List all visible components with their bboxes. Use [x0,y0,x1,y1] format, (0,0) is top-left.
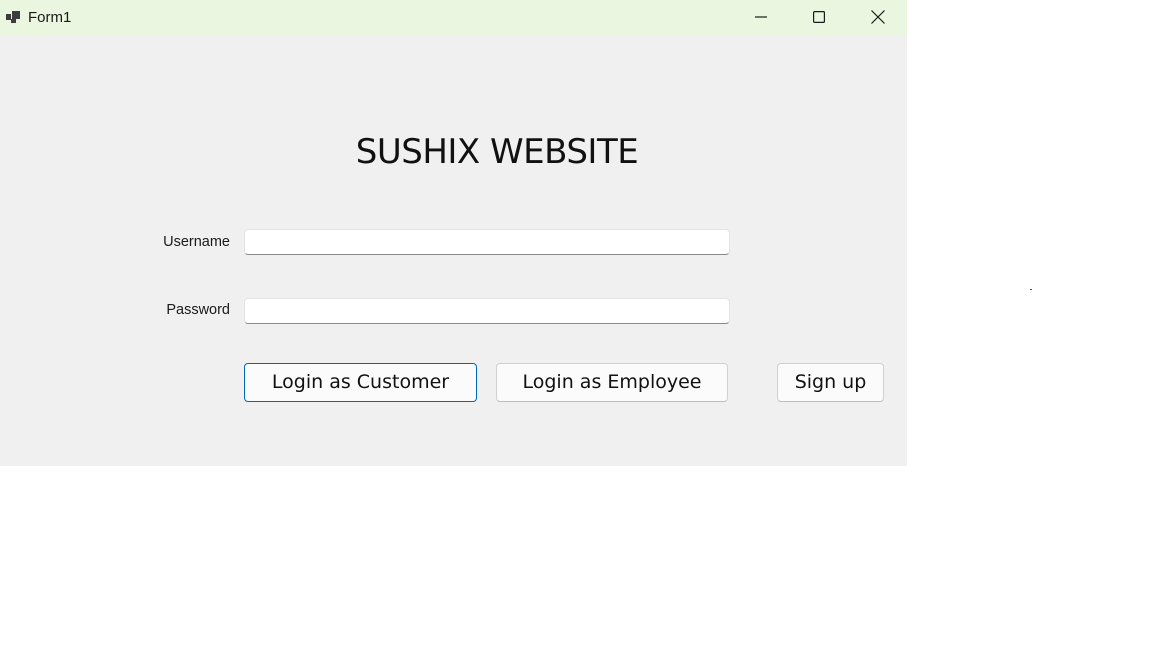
password-label: Password [166,302,230,318]
password-input[interactable] [244,298,730,324]
login-as-employee-button[interactable]: Login as Employee [496,363,728,402]
maximize-icon [813,11,825,23]
username-input[interactable] [244,229,730,255]
sign-up-button[interactable]: Sign up [777,363,884,402]
form-app-icon [6,10,20,24]
window-title: Form1 [28,9,72,26]
login-as-customer-button[interactable]: Login as Customer [244,363,477,402]
title-bar[interactable]: Form1 [0,0,907,36]
close-icon [871,10,885,24]
minimize-icon [755,11,767,23]
form1-window: Form1 SUSHIX WEBSITE Username Password L… [0,0,907,466]
stray-dot [1030,289,1032,290]
username-label: Username [163,234,230,250]
minimize-button[interactable] [738,0,784,34]
close-button[interactable] [855,0,901,34]
maximize-button[interactable] [796,0,842,34]
page-title: SUSHIX WEBSITE [355,132,639,172]
